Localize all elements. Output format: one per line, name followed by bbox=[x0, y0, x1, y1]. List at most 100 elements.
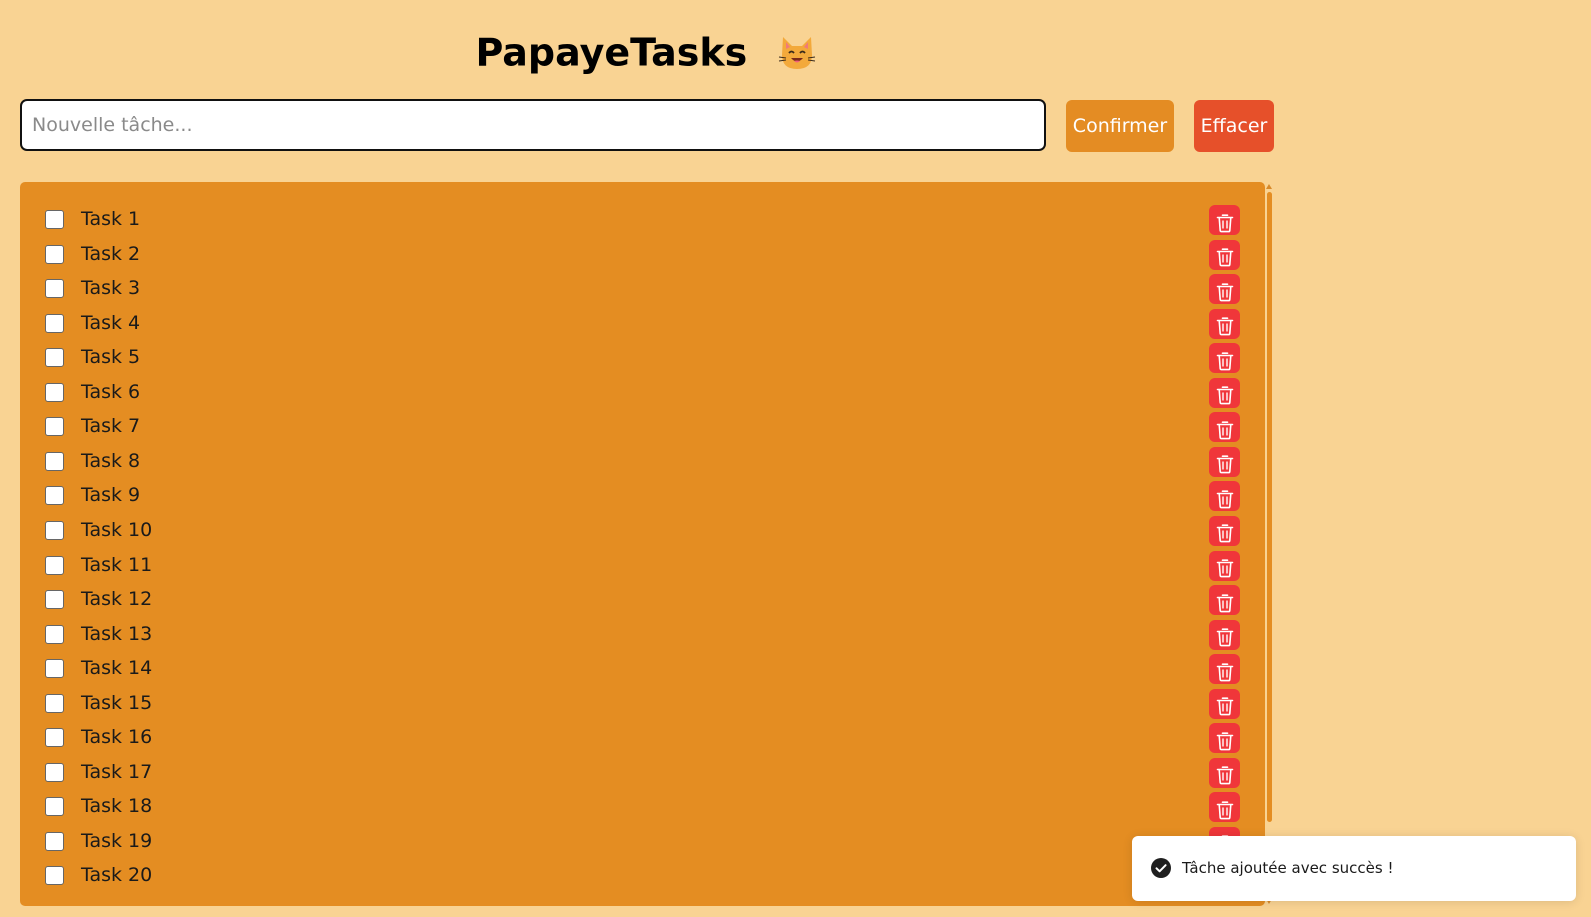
task-item: Task 9 bbox=[20, 478, 1265, 513]
task-checkbox[interactable] bbox=[45, 590, 64, 610]
task-checkbox[interactable] bbox=[45, 555, 64, 575]
success-toast[interactable]: Tâche ajoutée avec succès ! bbox=[1132, 836, 1576, 901]
task-label: Task 2 bbox=[81, 242, 141, 265]
delete-task-button[interactable] bbox=[1209, 757, 1240, 788]
task-item: Task 16 bbox=[20, 720, 1265, 755]
trash-icon bbox=[1216, 524, 1233, 543]
delete-task-button[interactable] bbox=[1209, 308, 1240, 339]
task-label: Task 13 bbox=[81, 622, 153, 645]
delete-task-button[interactable] bbox=[1209, 619, 1240, 650]
delete-task-button[interactable] bbox=[1209, 446, 1240, 477]
app-title: PapayeTasks bbox=[475, 30, 748, 75]
task-item: Task 5 bbox=[20, 340, 1265, 375]
scroll-up-arrow-icon[interactable] bbox=[1266, 184, 1272, 189]
task-checkbox[interactable] bbox=[45, 659, 64, 679]
delete-task-button[interactable] bbox=[1209, 792, 1240, 823]
task-label: Task 16 bbox=[81, 726, 153, 749]
task-label: Task 3 bbox=[81, 277, 141, 300]
task-checkbox[interactable] bbox=[45, 244, 64, 264]
task-checkbox[interactable] bbox=[45, 382, 64, 402]
task-label: Task 7 bbox=[81, 415, 141, 438]
delete-task-button[interactable] bbox=[1209, 654, 1240, 685]
clear-button[interactable]: Effacer bbox=[1194, 100, 1274, 152]
cat-face-icon bbox=[778, 36, 815, 69]
task-checkbox[interactable] bbox=[45, 693, 64, 713]
task-label: Task 4 bbox=[81, 311, 141, 334]
task-checkbox[interactable] bbox=[45, 797, 64, 817]
task-item: Task 6 bbox=[20, 375, 1265, 410]
task-item: Task 2 bbox=[20, 237, 1265, 272]
delete-task-button[interactable] bbox=[1209, 688, 1240, 719]
task-checkbox[interactable] bbox=[45, 486, 64, 506]
delete-task-button[interactable] bbox=[1209, 412, 1240, 443]
task-list-panel: Task 1 Task 2 Task 3 Task 4 Task 5 Task 6 Task… bbox=[20, 182, 1265, 906]
task-checkbox[interactable] bbox=[45, 279, 64, 299]
scrollbar-thumb[interactable] bbox=[1267, 192, 1272, 822]
task-checkbox[interactable] bbox=[45, 831, 64, 851]
toast-message: Tâche ajoutée avec succès ! bbox=[1182, 859, 1394, 877]
task-label: Task 9 bbox=[81, 484, 141, 507]
delete-task-button[interactable] bbox=[1209, 515, 1240, 546]
page-title: PapayeTasks bbox=[0, 26, 1292, 77]
task-label: Task 5 bbox=[81, 346, 141, 369]
task-item: Task 11 bbox=[20, 548, 1265, 583]
task-list-scrollbar[interactable] bbox=[1265, 182, 1274, 906]
trash-icon bbox=[1216, 628, 1233, 647]
task-item: Task 7 bbox=[20, 409, 1265, 444]
task-checkbox[interactable] bbox=[45, 762, 64, 782]
task-label: Task 18 bbox=[81, 795, 153, 818]
task-checkbox[interactable] bbox=[45, 728, 64, 748]
trash-icon bbox=[1216, 386, 1233, 405]
delete-task-button[interactable] bbox=[1209, 377, 1240, 408]
task-item: Task 10 bbox=[20, 513, 1265, 548]
trash-icon bbox=[1216, 455, 1233, 474]
delete-task-button[interactable] bbox=[1209, 723, 1240, 754]
task-item: Task 14 bbox=[20, 651, 1265, 686]
task-checkbox[interactable] bbox=[45, 417, 64, 437]
delete-task-button[interactable] bbox=[1209, 343, 1240, 374]
delete-task-button[interactable] bbox=[1209, 585, 1240, 616]
delete-task-button[interactable] bbox=[1209, 274, 1240, 305]
task-checkbox[interactable] bbox=[45, 520, 64, 540]
task-label: Task 19 bbox=[81, 829, 153, 852]
task-checkbox[interactable] bbox=[45, 866, 64, 886]
task-label: Task 15 bbox=[81, 691, 153, 714]
task-item: Task 15 bbox=[20, 686, 1265, 721]
delete-task-button[interactable] bbox=[1209, 239, 1240, 270]
task-item: Task 12 bbox=[20, 582, 1265, 617]
trash-icon bbox=[1216, 248, 1233, 267]
task-label: Task 17 bbox=[81, 760, 153, 783]
trash-icon bbox=[1216, 421, 1233, 440]
task-label: Task 1 bbox=[81, 208, 141, 230]
task-item: Task 19 bbox=[20, 824, 1265, 859]
task-label: Task 6 bbox=[81, 380, 141, 403]
task-label: Task 12 bbox=[81, 588, 153, 611]
delete-task-button[interactable] bbox=[1209, 550, 1240, 581]
task-label: Task 20 bbox=[81, 864, 153, 887]
task-item: Task 13 bbox=[20, 617, 1265, 652]
task-checkbox[interactable] bbox=[45, 348, 64, 368]
trash-icon bbox=[1216, 593, 1233, 612]
delete-task-button[interactable] bbox=[1209, 205, 1240, 235]
confirm-button[interactable]: Confirmer bbox=[1066, 100, 1174, 152]
trash-icon bbox=[1216, 766, 1233, 785]
trash-icon bbox=[1216, 663, 1233, 682]
task-checkbox[interactable] bbox=[45, 313, 64, 333]
task-item: Task 17 bbox=[20, 755, 1265, 790]
check-circle-icon bbox=[1151, 858, 1171, 878]
task-checkbox[interactable] bbox=[45, 624, 64, 644]
trash-icon bbox=[1216, 352, 1233, 371]
trash-icon bbox=[1216, 213, 1233, 232]
app: PapayeTasks Confirmer Effacer Task 1Task… bbox=[0, 0, 1591, 917]
trash-icon bbox=[1216, 490, 1233, 509]
trash-icon bbox=[1216, 801, 1233, 820]
new-task-input[interactable] bbox=[20, 99, 1046, 151]
task-item: Task 4 bbox=[20, 306, 1265, 341]
task-checkbox[interactable] bbox=[45, 451, 64, 471]
task-item: Task 8 bbox=[20, 444, 1265, 479]
delete-task-button[interactable] bbox=[1209, 481, 1240, 512]
task-item: Task 18 bbox=[20, 789, 1265, 824]
task-checkbox[interactable] bbox=[45, 210, 64, 229]
trash-icon bbox=[1216, 282, 1233, 301]
task-label: Task 14 bbox=[81, 657, 153, 680]
